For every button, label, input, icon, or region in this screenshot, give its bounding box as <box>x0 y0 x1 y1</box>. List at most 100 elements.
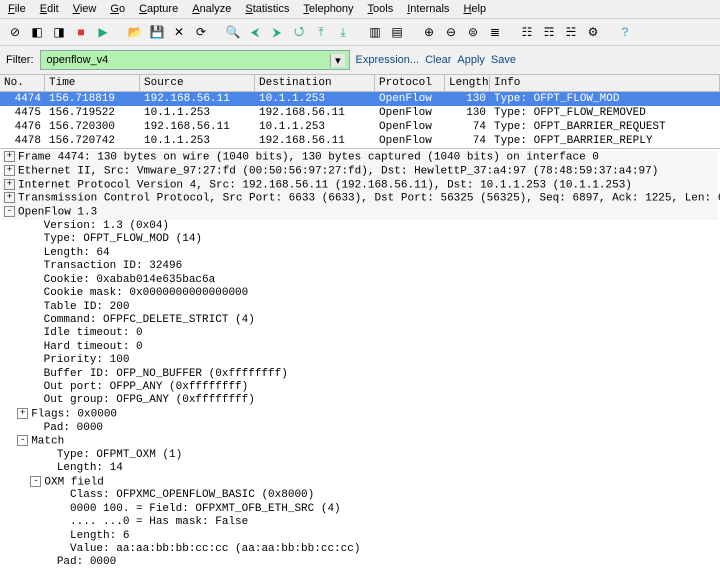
tree-row[interactable]: Pad: 0000 <box>2 422 718 435</box>
open-icon[interactable]: ⊘ <box>6 23 24 41</box>
column-header[interactable]: Info <box>490 75 720 91</box>
table-row[interactable]: 4476156.720300192.168.56.1110.1.1.253Ope… <box>0 120 720 134</box>
filter-expression-button[interactable]: Expression... <box>356 54 420 66</box>
tree-row[interactable]: .... ...0 = Has mask: False <box>2 516 718 529</box>
tree-row[interactable]: Cookie: 0xabab014e635bac6a <box>2 274 718 287</box>
forward-icon[interactable]: ⮞ <box>268 23 286 41</box>
tree-row[interactable]: Length: 6 <box>2 530 718 543</box>
menu-item-capture[interactable]: Capture <box>139 3 178 15</box>
zoom-in-icon[interactable]: ⊕ <box>420 23 438 41</box>
menu-item-statistics[interactable]: Statistics <box>245 3 289 15</box>
menu-item-analyze[interactable]: Analyze <box>192 3 231 15</box>
autoscroll-icon[interactable]: ▤ <box>388 23 406 41</box>
preferences-icon[interactable]: ⚙ <box>584 23 602 41</box>
interfaces-icon[interactable]: ◧ <box>28 23 46 41</box>
reload-icon[interactable]: ⟳ <box>192 23 210 41</box>
tree-row[interactable]: -OpenFlow 1.3 <box>2 206 718 220</box>
table-row[interactable]: 4474156.718819192.168.56.1110.1.1.253Ope… <box>0 92 720 106</box>
save-icon[interactable]: 💾 <box>148 23 166 41</box>
column-header[interactable]: Time <box>45 75 140 91</box>
tree-row[interactable]: Idle timeout: 0 <box>2 327 718 340</box>
tree-row[interactable]: Hard timeout: 0 <box>2 341 718 354</box>
back-icon[interactable]: ⮜ <box>246 23 264 41</box>
packet-list: No.TimeSourceDestinationProtocolLengthIn… <box>0 75 720 149</box>
tree-row[interactable]: +Frame 4474: 130 bytes on wire (1040 bit… <box>2 151 718 165</box>
tree-row[interactable]: Buffer ID: OFP_NO_BUFFER (0xffffffff) <box>2 368 718 381</box>
expand-icon[interactable]: + <box>4 165 15 176</box>
filter-apply-button[interactable]: Apply <box>457 54 485 66</box>
tree-row[interactable]: 0000 100. = Field: OFPXMT_OFB_ETH_SRC (4… <box>2 503 718 516</box>
goto-first-icon[interactable]: ⤒ <box>312 23 330 41</box>
tree-row[interactable]: Transaction ID: 32496 <box>2 260 718 273</box>
column-header[interactable]: Source <box>140 75 255 91</box>
column-header[interactable]: Protocol <box>375 75 445 91</box>
tree-label: Length: 6 <box>70 530 129 542</box>
column-header[interactable]: Length <box>445 75 490 91</box>
expand-icon[interactable]: + <box>4 151 15 162</box>
tree-row[interactable]: Length: 14 <box>2 462 718 475</box>
tree-row[interactable]: Cookie mask: 0x0000000000000000 <box>2 287 718 300</box>
filter-input[interactable] <box>45 53 331 67</box>
tree-row[interactable]: -Match <box>2 435 718 449</box>
jump-icon[interactable]: ⭯ <box>290 23 308 41</box>
menu-item-file[interactable]: File <box>8 3 26 15</box>
table-row[interactable]: 4475156.71952210.1.1.253192.168.56.11Ope… <box>0 106 720 120</box>
tree-row[interactable]: Class: OFPXMC_OPENFLOW_BASIC (0x8000) <box>2 489 718 502</box>
menu-item-telephony[interactable]: Telephony <box>303 3 353 15</box>
column-header[interactable]: Destination <box>255 75 375 91</box>
coloring-rules-icon[interactable]: ☵ <box>562 23 580 41</box>
expand-icon[interactable]: + <box>4 179 15 190</box>
filter-save-button[interactable]: Save <box>491 54 516 66</box>
find-icon[interactable]: 🔍 <box>224 23 242 41</box>
tree-row[interactable]: Version: 1.3 (0x04) <box>2 220 718 233</box>
tree-row[interactable]: Type: OFPMT_OXM (1) <box>2 449 718 462</box>
table-row[interactable]: 4478156.72074210.1.1.253192.168.56.11Ope… <box>0 134 720 148</box>
tree-row[interactable]: Out group: OFPG_ANY (0xffffffff) <box>2 394 718 407</box>
zoom-reset-icon[interactable]: ⊜ <box>464 23 482 41</box>
options-icon[interactable]: ◨ <box>50 23 68 41</box>
tree-row[interactable]: -OXM field <box>2 476 718 490</box>
menu-item-go[interactable]: Go <box>110 3 125 15</box>
collapse-icon[interactable]: - <box>30 476 41 487</box>
tree-row[interactable]: Out port: OFPP_ANY (0xffffffff) <box>2 381 718 394</box>
tree-row[interactable]: +Internet Protocol Version 4, Src: 192.1… <box>2 179 718 193</box>
menu-item-edit[interactable]: Edit <box>40 3 59 15</box>
column-header[interactable]: No. <box>0 75 45 91</box>
open-file-icon[interactable]: 📂 <box>126 23 144 41</box>
tree-row[interactable]: Command: OFPFC_DELETE_STRICT (4) <box>2 314 718 327</box>
filter-combo[interactable]: ▾ <box>40 50 350 70</box>
chevron-down-icon[interactable]: ▾ <box>330 54 344 67</box>
tree-row[interactable]: +Ethernet II, Src: Vmware_97:27:fd (00:5… <box>2 165 718 179</box>
menu-item-help[interactable]: Help <box>463 3 486 15</box>
close-icon[interactable]: ✕ <box>170 23 188 41</box>
expand-icon[interactable]: + <box>4 192 15 203</box>
help-icon[interactable]: ? <box>616 23 634 41</box>
tree-row[interactable]: Table ID: 200 <box>2 301 718 314</box>
tree-row[interactable]: Type: OFPT_FLOW_MOD (14) <box>2 233 718 246</box>
goto-last-icon[interactable]: ⤓ <box>334 23 352 41</box>
zoom-out-icon[interactable]: ⊖ <box>442 23 460 41</box>
tree-row[interactable]: +Flags: 0x0000 <box>2 408 718 422</box>
tree-row[interactable]: Value: aa:aa:bb:bb:cc:cc (aa:aa:bb:bb:cc… <box>2 543 718 556</box>
tree-label: Pad: 0000 <box>57 556 116 568</box>
tree-row[interactable]: Priority: 100 <box>2 354 718 367</box>
resize-columns-icon[interactable]: ≣ <box>486 23 504 41</box>
colorize-icon[interactable]: ▥ <box>366 23 384 41</box>
start-icon[interactable]: ▶ <box>94 23 112 41</box>
tree-row[interactable]: Length: 64 <box>2 247 718 260</box>
menu-item-tools[interactable]: Tools <box>368 3 394 15</box>
collapse-icon[interactable]: - <box>4 206 15 217</box>
tree-label: .... ...0 = Has mask: False <box>70 516 248 528</box>
menu-item-internals[interactable]: Internals <box>407 3 449 15</box>
tree-row[interactable]: Pad: 0000 <box>2 556 718 569</box>
expand-icon[interactable]: + <box>17 408 28 419</box>
capture-filter-icon[interactable]: ☷ <box>518 23 536 41</box>
tree-label: Command: OFPFC_DELETE_STRICT (4) <box>44 314 255 326</box>
filter-clear-button[interactable]: Clear <box>425 54 451 66</box>
collapse-icon[interactable]: - <box>17 435 28 446</box>
menu-item-view[interactable]: View <box>73 3 97 15</box>
tree-row[interactable]: +Transmission Control Protocol, Src Port… <box>2 192 718 206</box>
stop-icon[interactable]: ■ <box>72 23 90 41</box>
tree-label: Cookie mask: 0x0000000000000000 <box>44 287 249 299</box>
display-filter-icon[interactable]: ☶ <box>540 23 558 41</box>
